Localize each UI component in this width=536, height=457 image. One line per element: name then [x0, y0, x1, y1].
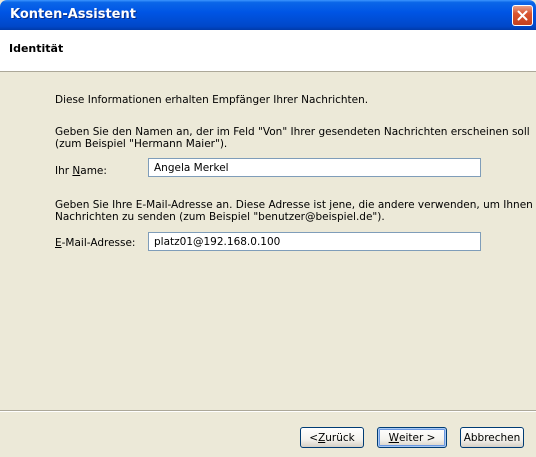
name-field[interactable]: [148, 158, 481, 177]
back-button[interactable]: < Zurück: [300, 427, 364, 448]
email-instruction-line2: Nachrichten zu senden (zum Beispiel "ben…: [55, 211, 385, 223]
email-label: E-Mail-Adresse:: [55, 237, 136, 249]
wizard-header: Identität: [0, 30, 536, 72]
cancel-button[interactable]: Abbrechen: [460, 427, 524, 448]
wizard-content: Diese Informationen erhalten Empfänger I…: [0, 72, 536, 410]
intro-text: Diese Informationen erhalten Empfänger I…: [55, 94, 369, 106]
wizard-window: Konten-Assistent Identität Diese Informa…: [0, 0, 536, 457]
title-bar[interactable]: Konten-Assistent: [0, 0, 536, 30]
page-title: Identität: [9, 42, 64, 55]
footer-divider-highlight: [0, 411, 536, 412]
name-instruction-line2: (zum Beispiel "Hermann Maier").: [55, 138, 228, 150]
name-label: Ihr Name:: [55, 165, 107, 177]
name-instruction-line1: Geben Sie den Namen an, der im Feld "Von…: [55, 126, 530, 138]
next-button[interactable]: Weiter >: [377, 427, 447, 448]
close-button[interactable]: [512, 5, 533, 26]
email-instruction-line1: Geben Sie Ihre E-Mail-Adresse an. Diese …: [55, 199, 533, 211]
window-title: Konten-Assistent: [10, 7, 136, 22]
email-label-accel: E: [55, 237, 62, 249]
close-icon: [517, 10, 528, 21]
email-field[interactable]: [148, 232, 481, 251]
